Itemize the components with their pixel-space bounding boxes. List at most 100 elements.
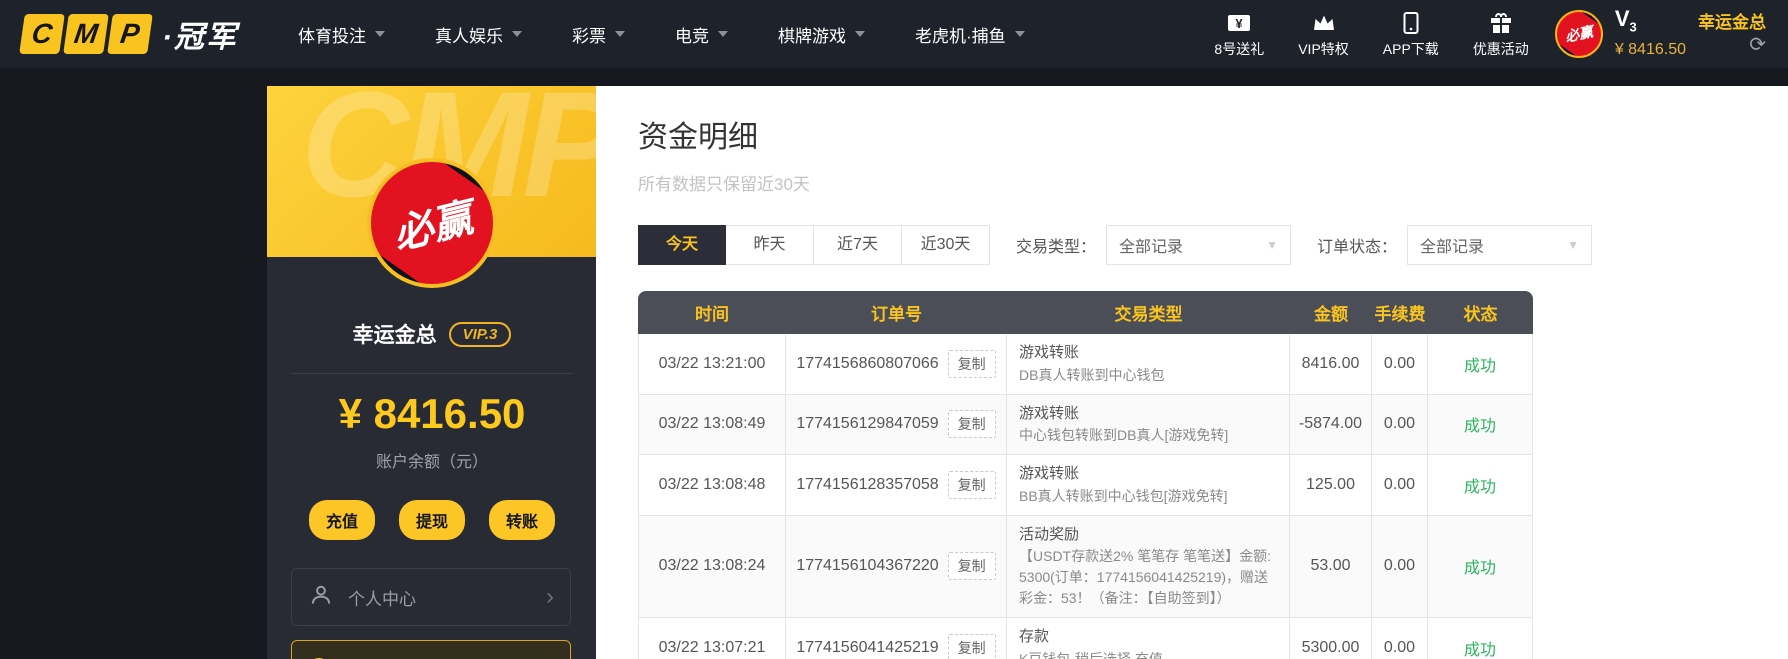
cell-time: 03/22 13:21:00	[638, 334, 786, 394]
table-row: 03/22 13:08:48 1774156128357058 复制 游戏转账 …	[638, 455, 1533, 516]
gift-ticket-icon: ¥	[1226, 10, 1252, 36]
cell-fee: 0.00	[1372, 515, 1428, 617]
cell-time: 03/22 13:07:21	[638, 618, 786, 659]
person-icon	[308, 582, 334, 613]
app-download-icon	[1398, 10, 1424, 36]
chevron-down-icon	[718, 31, 728, 37]
nav-menu-item[interactable]: 老虎机·捕鱼	[915, 22, 1025, 47]
copy-button[interactable]: 复制	[947, 552, 996, 581]
chevron-right-icon: ›	[546, 583, 554, 610]
chevron-down-icon: ▼	[1266, 238, 1279, 252]
nav-quick-links: ¥ 8号送礼 VIP特权 APP下载 优惠活动	[1214, 10, 1529, 59]
cell-fee: 0.00	[1372, 334, 1428, 394]
nav-menu-item[interactable]: 体育投注	[298, 22, 385, 47]
cell-order-number: 1774156041425219 复制	[786, 618, 1007, 659]
cell-status: 成功	[1428, 334, 1533, 394]
cell-status: 成功	[1428, 455, 1533, 515]
sidebar-actions: 充值 提现 转账	[267, 500, 597, 540]
nav-quick-link[interactable]: 优惠活动	[1473, 10, 1529, 59]
nav-menu-item[interactable]: 彩票	[572, 22, 625, 47]
nav-quick-link[interactable]: APP下载	[1383, 10, 1439, 59]
copy-button[interactable]: 复制	[947, 410, 996, 439]
withdraw-button[interactable]: 提现	[398, 500, 465, 540]
avatar-text: 必赢	[1563, 23, 1595, 45]
top-nav: C M P ·冠军 体育投注 真人娱乐 彩票 电竞 棋牌游戏 老虎机·捕鱼 ¥ …	[0, 0, 1788, 68]
cell-amount: -5874.00	[1290, 394, 1372, 454]
svg-text:¥: ¥	[1236, 16, 1244, 31]
copy-button[interactable]: 复制	[947, 349, 996, 378]
sidebar-item-personal-center[interactable]: 个人中心 ›	[291, 568, 571, 626]
page-subtitle: 所有数据只保留近30天	[638, 175, 810, 194]
transaction-type-select[interactable]: 全部记录 ▼	[1106, 225, 1292, 265]
promo-gift-icon	[1488, 10, 1514, 36]
filter-group: 交易类型： 全部记录 ▼	[990, 225, 1292, 265]
table-body: 03/22 13:21:00 1774156860807066 复制 游戏转账 …	[638, 334, 1533, 659]
logo-letter: P	[107, 14, 153, 54]
nav-menu-item[interactable]: 棋牌游戏	[778, 22, 865, 47]
table-header: 时间 订单号 交易类型 金额 手续费 状态	[638, 291, 1533, 334]
table-column-header: 状态	[1463, 305, 1498, 324]
cell-time: 03/22 13:08:48	[638, 455, 786, 515]
table-row: 03/22 13:07:21 1774156041425219 复制 存款 K豆…	[638, 618, 1533, 659]
deposit-button[interactable]: 充值	[308, 500, 375, 540]
date-tab[interactable]: 近7天	[814, 225, 902, 265]
cell-order-number: 1774156860807066 复制	[786, 334, 1007, 394]
cell-time: 03/22 13:08:24	[638, 515, 786, 617]
status-badge: 成功	[1463, 357, 1496, 375]
cell-fee: 0.00	[1372, 618, 1428, 659]
cell-order-number: 1774156128357058 复制	[786, 455, 1007, 515]
table-column-header: 金额	[1314, 305, 1348, 324]
nav-menu-item[interactable]: 真人娱乐	[435, 22, 522, 47]
chevron-down-icon: ▼	[1567, 238, 1580, 252]
username: 幸运金总	[1698, 13, 1766, 33]
sidebar-item-fund-detail[interactable]: × 资金明细 ›	[291, 640, 571, 659]
transfer-button[interactable]: 转账	[489, 500, 556, 540]
date-tab[interactable]: 今天	[638, 225, 726, 265]
date-tab[interactable]: 昨天	[726, 225, 814, 265]
cell-amount: 8416.00	[1290, 334, 1372, 394]
date-tabs: 今天 昨天 近7天 近30天	[638, 225, 990, 265]
crown-icon	[1311, 10, 1337, 36]
filter-label: 交易类型：	[1016, 239, 1097, 256]
cell-time: 03/22 13:08:49	[638, 394, 786, 454]
logo-letter: C	[19, 14, 65, 54]
chevron-down-icon	[615, 31, 625, 37]
cell-fee: 0.00	[1372, 455, 1428, 515]
copy-button[interactable]: 复制	[947, 470, 996, 499]
cell-transaction-type: 游戏转账 BB真人转账到中心钱包[游戏免转]	[1007, 455, 1290, 515]
date-tab[interactable]: 近30天	[902, 225, 990, 265]
status-badge: 成功	[1463, 641, 1496, 659]
nav-quick-link[interactable]: VIP特权	[1298, 10, 1349, 59]
cell-amount: 53.00	[1290, 515, 1372, 617]
nav-menu: 体育投注 真人娱乐 彩票 电竞 棋牌游戏 老虎机·捕鱼	[298, 22, 1025, 47]
page-title: 资金明细	[638, 121, 758, 154]
avatar-text: 必赢	[388, 195, 478, 258]
refresh-balance-icon[interactable]: ⟳	[1749, 35, 1766, 55]
cell-amount: 125.00	[1290, 455, 1372, 515]
profile-avatar[interactable]: 必赢	[367, 158, 497, 288]
nav-menu-item[interactable]: 电竞	[675, 22, 728, 47]
cell-status: 成功	[1428, 618, 1533, 659]
brand-logo[interactable]: C M P ·冠军	[19, 12, 238, 56]
filter-label: 订单状态：	[1317, 239, 1398, 256]
transactions-table: 时间 订单号 交易类型 金额 手续费 状态 03/22 13:21:00 177…	[638, 291, 1533, 659]
logo-letter: M	[63, 14, 109, 54]
nav-user-area: 必赢 V3 ¥ 8416.50 幸运金总 ⟳	[1554, 8, 1766, 58]
user-avatar[interactable]: 必赢	[1554, 9, 1603, 58]
cell-transaction-type: 游戏转账 中心钱包转账到DB真人[游戏免转]	[1007, 394, 1290, 454]
table-row: 03/22 13:08:24 1774156104367220 复制 活动奖励 …	[638, 515, 1533, 618]
copy-button[interactable]: 复制	[947, 633, 996, 659]
filter-toolbar: 今天 昨天 近7天 近30天 交易类型： 全部记录 ▼ 订单状态： 全部记录 ▼	[638, 225, 1788, 265]
cell-amount: 5300.00	[1290, 618, 1372, 659]
cell-order-number: 1774156129847059 复制	[786, 394, 1007, 454]
sidebar-item-label: 个人中心	[348, 589, 416, 609]
nav-quick-link[interactable]: ¥ 8号送礼	[1214, 10, 1264, 59]
table-column-header: 时间	[695, 305, 729, 324]
filter-group: 订单状态： 全部记录 ▼	[1291, 225, 1593, 265]
cell-status: 成功	[1428, 515, 1533, 617]
table-column-header: 手续费	[1374, 305, 1426, 324]
order-status-select[interactable]: 全部记录 ▼	[1407, 225, 1593, 265]
chevron-down-icon	[855, 31, 865, 37]
table-column-header: 订单号	[871, 305, 922, 324]
table-column-header: 交易类型	[1114, 305, 1183, 324]
